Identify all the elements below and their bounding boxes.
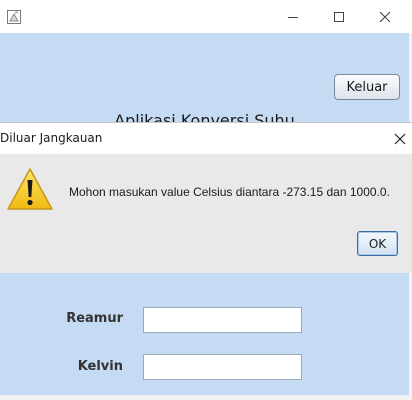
reamur-label: Reamur	[66, 311, 123, 326]
keluar-button[interactable]: Keluar	[334, 74, 400, 100]
minimize-button[interactable]	[270, 0, 316, 33]
kelvin-field[interactable]	[143, 354, 302, 380]
close-icon	[379, 11, 391, 22]
close-button[interactable]	[362, 0, 408, 33]
error-dialog: Diluar Jangkauan Mohon masukan value Cel…	[0, 122, 412, 273]
minimize-icon	[288, 16, 298, 18]
window-bottom-edge	[0, 395, 412, 400]
kelvin-label: Kelvin	[77, 359, 123, 374]
dialog-message: Mohon masukan value Celsius diantara -27…	[69, 185, 390, 199]
dialog-close-button[interactable]	[388, 127, 412, 151]
maximize-button[interactable]	[316, 0, 362, 33]
dialog-title: Diluar Jangkauan	[0, 131, 103, 145]
maximize-icon	[334, 11, 344, 22]
reamur-field[interactable]	[143, 307, 302, 333]
ok-button[interactable]: OK	[357, 231, 398, 256]
window-titlebar	[0, 0, 412, 33]
close-icon	[394, 133, 406, 145]
dialog-body: Mohon masukan value Celsius diantara -27…	[0, 154, 412, 273]
java-app-icon	[6, 9, 22, 25]
warning-icon	[6, 166, 54, 212]
dialog-titlebar: Diluar Jangkauan	[0, 123, 412, 154]
